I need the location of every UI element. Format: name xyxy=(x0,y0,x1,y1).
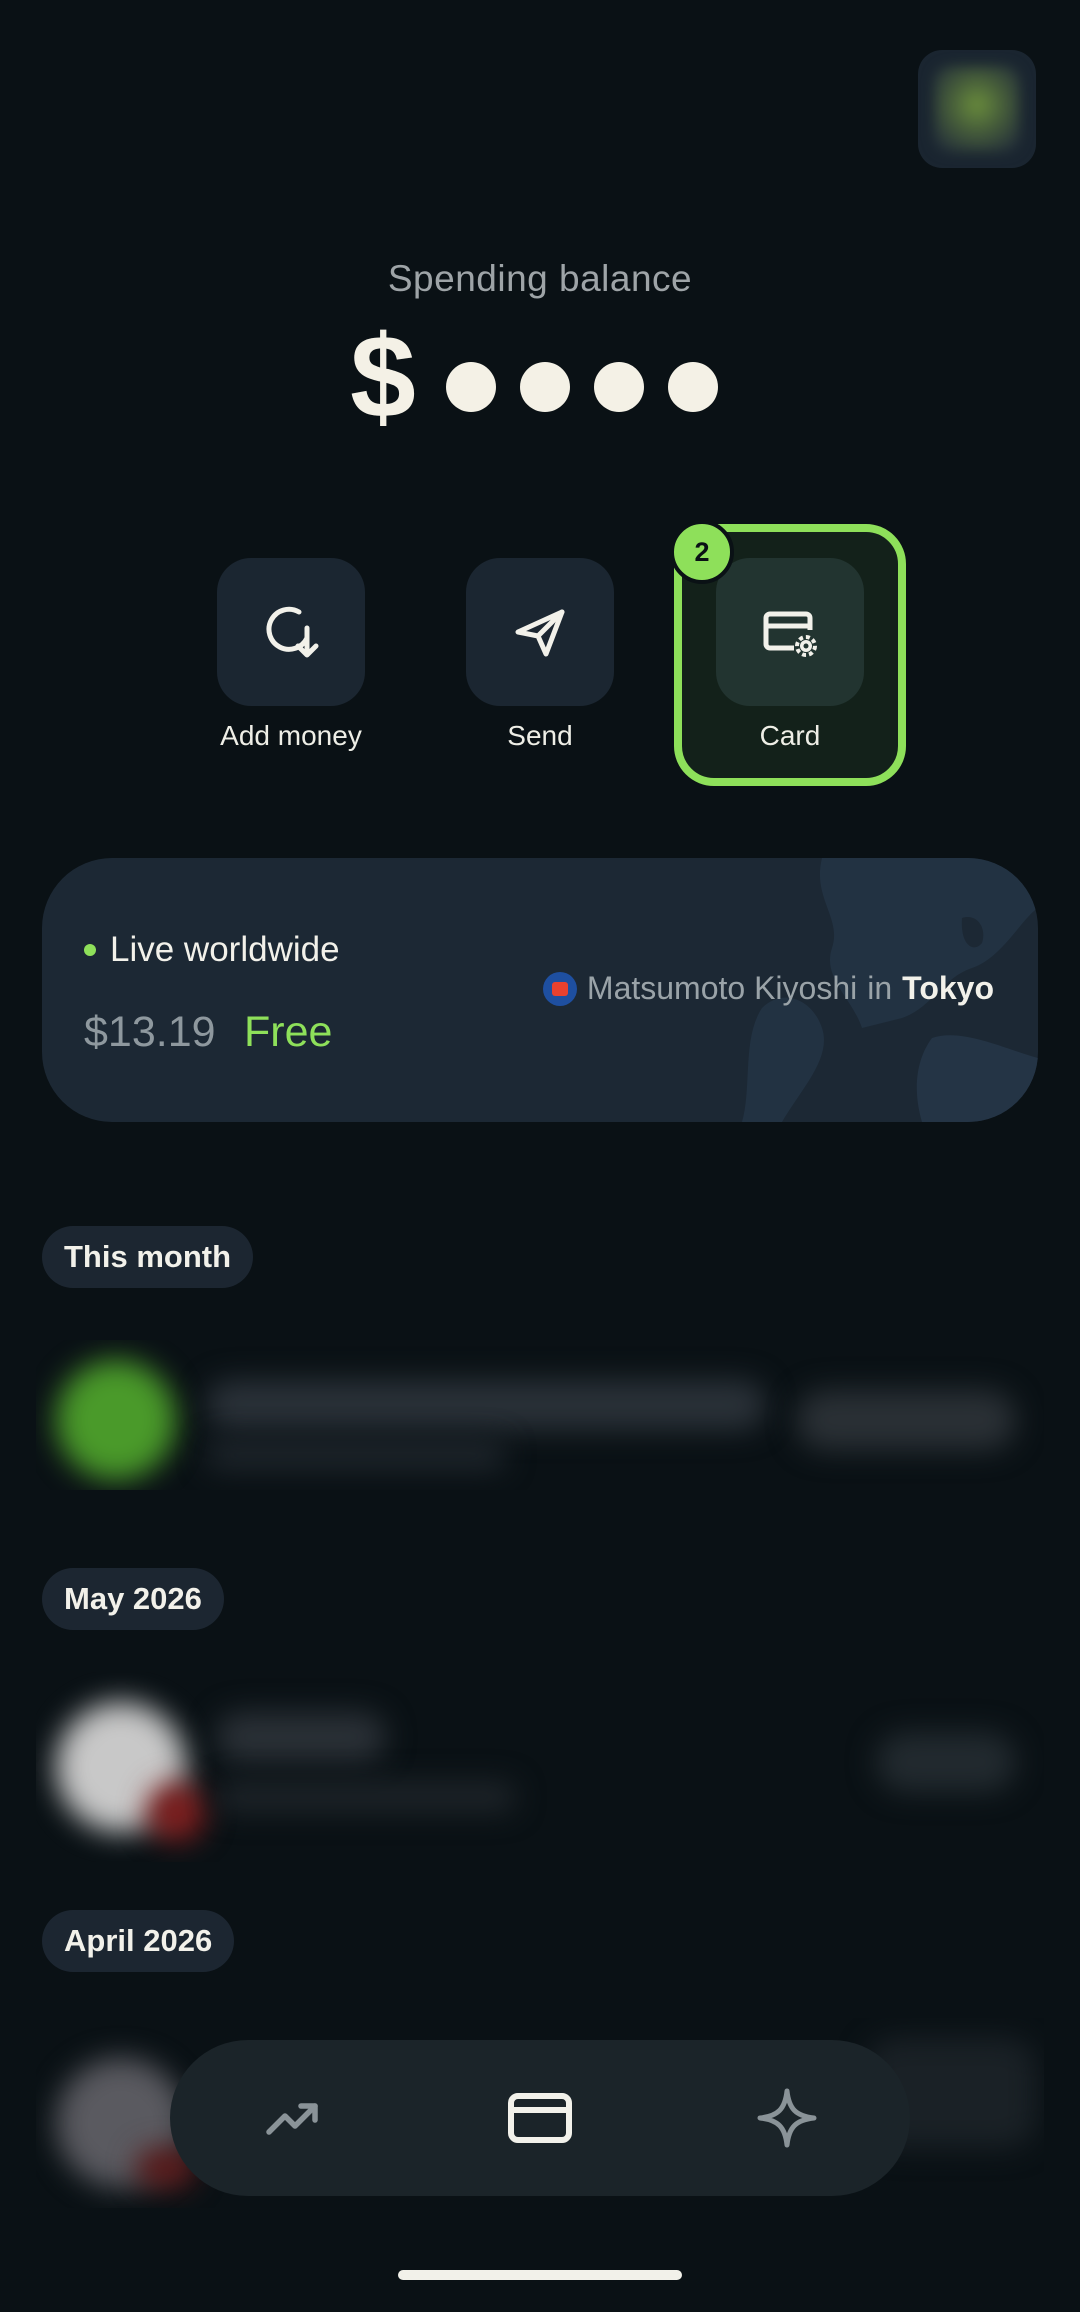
card-label: Card xyxy=(759,720,821,751)
add-money-button[interactable]: Add money xyxy=(196,558,386,752)
merchant-city: Tokyo xyxy=(902,970,994,1006)
live-title: Live worldwide xyxy=(110,930,340,969)
send-icon xyxy=(515,609,565,657)
nav-trending[interactable] xyxy=(233,2058,353,2178)
card-tile xyxy=(716,558,864,706)
masked-digit xyxy=(667,362,718,412)
card-button[interactable]: Card xyxy=(695,558,885,752)
card-badge: 2 xyxy=(670,520,734,584)
avatar-image xyxy=(934,66,1020,152)
section-this-month: This month xyxy=(42,1226,254,1288)
transaction-title xyxy=(216,1712,386,1762)
nav-sparkle[interactable] xyxy=(727,2058,847,2178)
section-april-2026: April 2026 xyxy=(42,1910,235,1972)
live-worldwide-card[interactable]: Live worldwide $13.19 Free Matsumoto Kiy… xyxy=(42,858,1038,1122)
bottom-navigation xyxy=(170,2040,910,2196)
live-status: Live worldwide xyxy=(84,930,340,970)
transaction-amount xyxy=(796,1390,1016,1450)
live-dot xyxy=(84,944,96,956)
masked-digit xyxy=(593,362,644,412)
send-button[interactable]: Send xyxy=(445,558,635,752)
transaction-subtitle xyxy=(216,1782,516,1812)
balance-value[interactable]: $ xyxy=(0,318,1080,436)
profile-avatar[interactable] xyxy=(918,50,1036,168)
merchant-info: Matsumoto Kiyoshi in Tokyo xyxy=(542,970,994,1007)
transaction-title xyxy=(206,1380,766,1430)
masked-digit xyxy=(519,362,570,412)
add-money-tile xyxy=(217,558,365,706)
send-tile xyxy=(466,558,614,706)
currency-symbol: $ xyxy=(350,311,416,443)
merchant-name: Matsumoto Kiyoshi xyxy=(586,970,858,1006)
add-money-label: Add money xyxy=(220,720,362,751)
section-may-2026: May 2026 xyxy=(42,1568,224,1630)
card-icon xyxy=(507,2093,572,2143)
nav-card[interactable] xyxy=(480,2058,600,2178)
card-settings-icon xyxy=(763,611,817,657)
masked-digit xyxy=(445,362,496,412)
merchant-logo-icon xyxy=(542,971,577,1006)
transaction-row[interactable] xyxy=(36,1340,1044,1490)
transaction-avatar xyxy=(56,1360,176,1480)
live-fee: Free xyxy=(244,1008,333,1056)
live-amount: $13.19 xyxy=(84,1008,216,1056)
trending-icon xyxy=(266,2103,319,2135)
add-money-icon xyxy=(266,606,319,658)
merchant-connector: in xyxy=(867,970,893,1006)
transaction-subtitle xyxy=(206,1440,506,1470)
sparkle-icon xyxy=(757,2088,817,2148)
transaction-amount xyxy=(876,1732,1016,1792)
transaction-badge xyxy=(146,1782,206,1842)
home-indicator[interactable] xyxy=(398,2270,682,2280)
send-label: Send xyxy=(507,720,573,751)
transaction-row[interactable] xyxy=(36,1672,1044,1862)
balance-label: Spending balance xyxy=(387,258,693,299)
